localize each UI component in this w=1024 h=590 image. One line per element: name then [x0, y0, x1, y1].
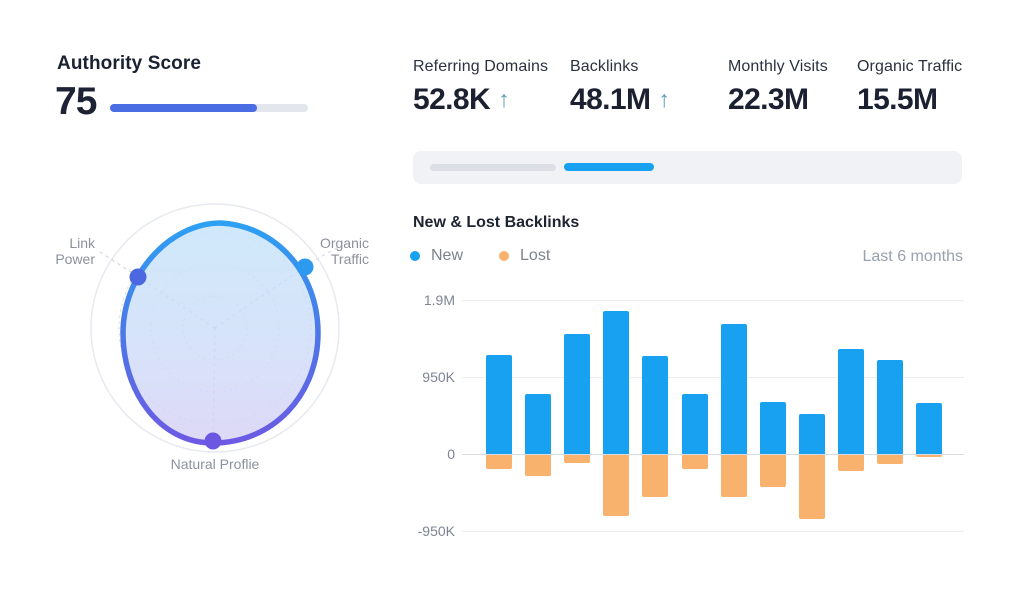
radar-axis-label-organic-traffic: Organic Traffic	[319, 235, 369, 267]
bar-new[interactable]	[721, 324, 747, 454]
legend-label: New	[431, 247, 463, 265]
bar-lost[interactable]	[877, 455, 903, 464]
metric-backlinks: Backlinks 48.1M ↑	[570, 58, 670, 117]
legend-item-new[interactable]: New	[410, 247, 463, 265]
bar-new[interactable]	[799, 414, 825, 454]
chart-legend: New Lost	[410, 247, 586, 265]
bar-new[interactable]	[877, 360, 903, 454]
y-axis-tick: 0	[413, 446, 455, 462]
metric-label: Organic Traffic	[857, 58, 962, 76]
radar-axis-label-natural-profile: Natural Proflie	[150, 456, 280, 472]
bar-new[interactable]	[486, 355, 512, 454]
metric-value: 48.1M	[570, 83, 650, 117]
bar-lost[interactable]	[682, 455, 708, 469]
metric-monthly-visits: Monthly Visits 22.3M	[728, 58, 828, 117]
radar-point-link-power[interactable]	[130, 269, 147, 286]
radar-point-natural-profile[interactable]	[205, 433, 222, 450]
y-axis-tick: 1.9M	[413, 292, 455, 308]
bar-lost[interactable]	[603, 455, 629, 516]
radar-profile-blob	[123, 223, 318, 443]
bar-lost[interactable]	[721, 455, 747, 497]
trend-up-icon: ↑	[498, 88, 510, 111]
bar-lost[interactable]	[486, 455, 512, 469]
y-axis-tick: -950K	[413, 523, 455, 539]
metric-referring-domains: Referring Domains 52.8K ↑	[413, 58, 548, 117]
date-range-label: Last 6 months	[863, 248, 964, 266]
backlinks-chart-title: New & Lost Backlinks	[413, 214, 579, 232]
metric-label: Monthly Visits	[728, 58, 828, 76]
authority-progress-fill	[110, 104, 257, 112]
legend-dot-lost-icon	[499, 251, 509, 261]
trend-up-icon: ↑	[658, 88, 670, 111]
metric-value: 22.3M	[728, 83, 808, 117]
bar-lost[interactable]	[799, 455, 825, 519]
radar-point-organic-traffic[interactable]	[297, 259, 314, 276]
bar-lost[interactable]	[838, 455, 864, 471]
bar-new[interactable]	[838, 349, 864, 454]
backlinks-chart-plot: 1.9M 950K 0 -950K	[413, 293, 964, 543]
y-axis-tick: 950K	[413, 369, 455, 385]
metric-organic-traffic: Organic Traffic 15.5M	[857, 58, 962, 117]
bar-lost[interactable]	[642, 455, 668, 497]
bar-new[interactable]	[916, 403, 942, 454]
gridline	[462, 300, 964, 301]
metric-label: Backlinks	[570, 58, 670, 76]
metric-value: 52.8K	[413, 83, 490, 117]
scrollbar-track	[413, 151, 962, 184]
gridline	[462, 531, 964, 532]
bar-new[interactable]	[642, 356, 668, 454]
authority-score-title: Authority Score	[57, 53, 201, 75]
authority-progress-track	[110, 104, 308, 112]
bar-new[interactable]	[525, 394, 551, 454]
bar-lost[interactable]	[916, 455, 942, 457]
metric-label: Referring Domains	[413, 58, 548, 76]
bar-new[interactable]	[682, 394, 708, 454]
authority-score-value: 75	[55, 80, 96, 124]
bar-new[interactable]	[760, 402, 786, 454]
legend-dot-new-icon	[410, 251, 420, 261]
bar-new[interactable]	[603, 311, 629, 454]
dashboard: Authority Score 75 Referring Domains 52.…	[0, 0, 1024, 590]
bar-lost[interactable]	[760, 455, 786, 487]
metric-value: 15.5M	[857, 83, 937, 117]
scrollbar-segment-inactive	[430, 164, 556, 171]
bar-lost[interactable]	[564, 455, 590, 463]
bar-lost[interactable]	[525, 455, 551, 476]
legend-item-lost[interactable]: Lost	[499, 247, 550, 265]
legend-label: Lost	[520, 247, 550, 265]
scrollbar-thumb[interactable]	[564, 163, 654, 171]
bar-new[interactable]	[564, 334, 590, 454]
radar-axis-label-link-power: Link Power	[30, 235, 95, 267]
